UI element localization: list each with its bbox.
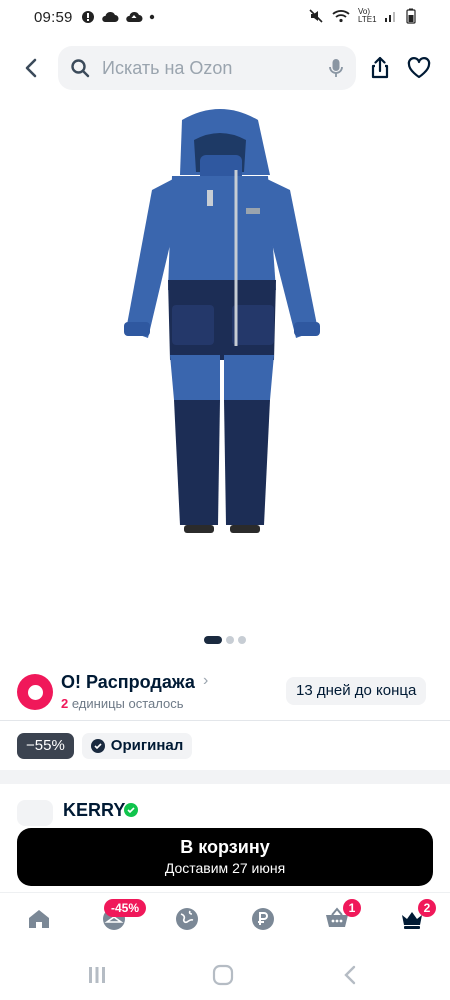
original-label: Оригинал [110,737,184,754]
discount-badge: −55% [17,733,74,759]
status-bar: 09:59 Vo) LTE1 [0,0,450,34]
top-bar: Искать на Ozon [0,46,450,90]
sale-title: O! Распродажа [61,672,195,692]
home-icon [29,910,49,928]
data-saver-icon [81,11,94,23]
share-icon [371,56,389,79]
delivery-date: Доставим 27 июня [164,860,286,876]
search-icon [71,59,90,78]
signal-icon [385,12,395,22]
check-icon [90,739,105,753]
sale-banner[interactable]: O! Распродажа › 2 единицы осталось 13 дн… [0,668,450,720]
cloud-upload-icon [125,11,143,22]
back-button[interactable] [18,54,46,82]
system-nav-bar [0,950,450,1000]
back-nav-icon[interactable] [340,964,362,986]
add-to-cart-label: В корзину [180,837,270,857]
nav-catalog[interactable]: -45% [100,899,146,933]
cloud-icon [101,11,119,22]
heart-icon [407,57,431,79]
status-time: 09:59 [34,8,73,26]
brand-name: KERRY [63,800,126,820]
home-button-icon[interactable] [212,964,234,986]
profile-badge: 2 [418,899,436,917]
divider [0,720,450,721]
bottom-nav: -45% 1 2 [0,892,450,950]
search-input[interactable]: Искать на Ozon [58,46,356,90]
sale-stock: 2 единицы осталось [61,696,184,711]
verified-icon [124,803,138,817]
recents-icon[interactable] [86,964,108,986]
product-image[interactable] [0,100,450,620]
add-to-cart-button[interactable]: В корзину Доставим 27 июня [17,828,433,886]
share-button[interactable] [366,54,394,82]
nav-home[interactable] [25,905,53,933]
battery-icon [406,8,416,24]
screen: 09:59 Vo) LTE1 Искать на Ozon O! Распрод… [0,0,450,1000]
brand-card[interactable]: KERRY [0,784,450,832]
brand-logo [17,800,53,826]
microphone-icon[interactable] [328,58,344,78]
product-badges: −55% Оригинал [17,733,193,759]
sale-logo-icon [17,674,53,710]
wifi-icon [332,10,350,23]
gallery-pagination[interactable] [204,636,246,644]
network-label: Vo) LTE1 [358,7,377,24]
stock-text: единицы осталось [71,696,184,711]
favorite-button[interactable] [405,54,433,82]
nav-finance[interactable] [249,905,277,933]
mute-icon [309,9,323,23]
ruble-icon [252,908,274,930]
section-separator [0,770,450,784]
catalog-discount-badge: -45% [104,899,146,917]
sale-days-left: 13 дней до конца [286,677,427,705]
pagination-dot[interactable] [226,636,234,644]
search-placeholder: Искать на Ozon [102,57,233,78]
chevron-left-icon [25,58,37,78]
nav-cart[interactable]: 1 [323,899,361,933]
cart-count-badge: 1 [343,899,361,917]
nav-globe[interactable] [173,905,201,933]
chevron-right-icon: › [203,672,209,689]
stock-count: 2 [61,696,69,711]
snowsuit-image [124,109,320,533]
original-badge[interactable]: Оригинал [81,733,193,759]
nav-profile[interactable]: 2 [398,899,436,933]
pagination-dot[interactable] [238,636,246,644]
pagination-dot-active[interactable] [204,636,222,644]
globe-icon [176,908,198,930]
dot-icon [149,14,154,20]
